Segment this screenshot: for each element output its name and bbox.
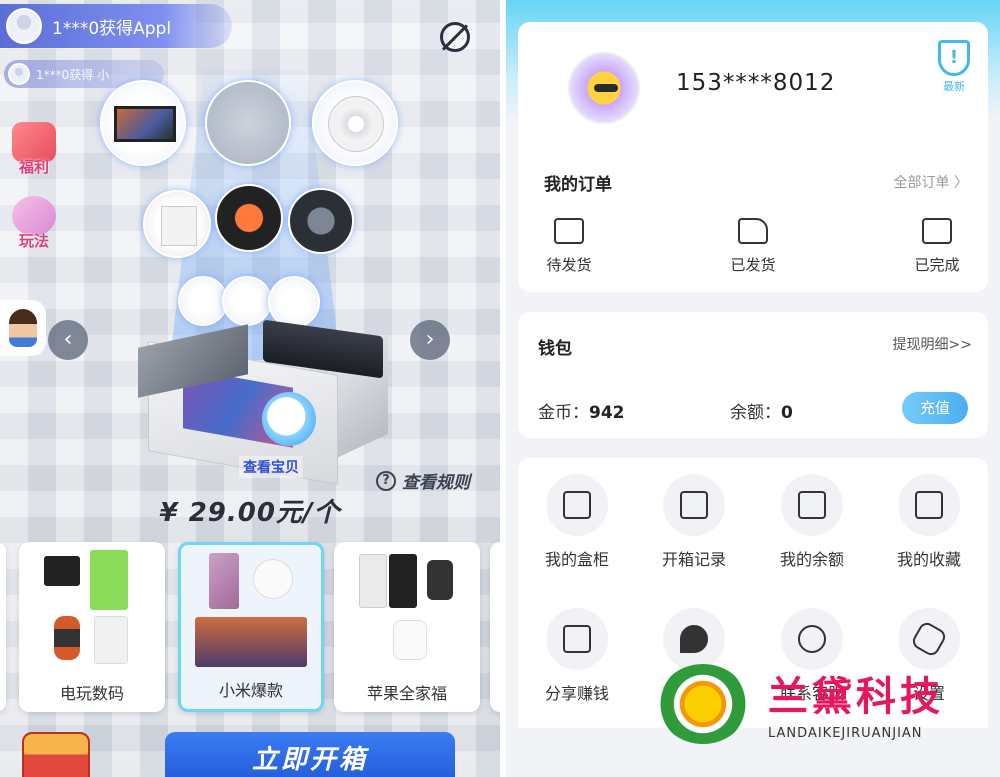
my-favorites-item[interactable]: 我的收藏	[870, 474, 988, 570]
cash-balance: 余额：0	[730, 398, 793, 423]
prize-robot-vacuum-bubble[interactable]	[312, 80, 398, 166]
yen-clipboard-icon	[798, 491, 826, 519]
prize-speaker-bubble[interactable]	[288, 188, 354, 254]
menu-label: 我的盒柜	[544, 550, 609, 569]
category-thumbnail	[345, 550, 469, 674]
archive-box-icon	[922, 218, 952, 244]
category-thumbnail	[189, 553, 313, 671]
category-card-xiaomi[interactable]: 小米爆款	[178, 542, 324, 712]
order-status-label: 已发货	[730, 256, 776, 274]
shield-label: 最新	[943, 80, 965, 93]
customer-service-button[interactable]	[0, 300, 46, 356]
gameplay-badge-button[interactable]: 玩法	[8, 196, 60, 251]
menu-label: 开箱记录	[661, 550, 726, 569]
bottom-action-bar: 立即开箱	[0, 722, 500, 777]
order-status-label: 待发货	[546, 256, 592, 274]
user-phone: 153****8012	[676, 70, 836, 96]
share-earn-item[interactable]: 分享赚钱	[518, 608, 636, 704]
notice-avatar	[8, 63, 30, 85]
question-icon: ?	[376, 470, 396, 491]
service-avatar-icon	[9, 309, 37, 347]
notice-avatar	[6, 8, 42, 44]
order-shipped[interactable]: 已发货	[708, 218, 798, 275]
mute-sound-icon[interactable]	[440, 22, 470, 52]
my-balance-item[interactable]: 我的余额	[753, 474, 871, 570]
order-pending-shipment[interactable]: 待发货	[524, 218, 614, 275]
latest-security-button[interactable]: ! 最新	[936, 40, 972, 94]
watermark-title: 兰黛科技	[768, 674, 944, 720]
chevron-left-icon[interactable]: ‹	[48, 320, 88, 360]
blind-box-home-screen: 1***0获得Appl 1***0获得 小 福利 玩法 ‹ › 查看宝贝 ? 查…	[0, 0, 500, 777]
view-rules-label: 查看规则	[402, 473, 470, 493]
open-box-button[interactable]: 立即开箱	[165, 732, 455, 777]
open-record-item[interactable]: 开箱记录	[635, 474, 753, 570]
tap-hand-icon	[262, 392, 316, 446]
welfare-badge-label: 福利	[18, 158, 49, 176]
picture-frame-icon	[554, 218, 584, 244]
share-icon	[563, 625, 591, 653]
win-notice-text: 1***0获得 小	[36, 67, 110, 82]
prize-earbuds-bubble[interactable]	[215, 184, 283, 252]
order-status-label: 已完成	[914, 256, 960, 274]
coin-value: 942	[589, 403, 625, 423]
shield-icon: !	[938, 40, 970, 76]
prize-appliance-bubble[interactable]	[205, 80, 291, 166]
view-items-link[interactable]: 查看宝贝	[239, 456, 303, 478]
avatar[interactable]	[568, 52, 640, 124]
balance-value: 0	[781, 403, 793, 423]
watermark-seal-logo	[658, 664, 748, 744]
mystery-box-illustration	[128, 318, 388, 485]
category-label: 小米爆款	[218, 681, 283, 700]
category-card-partial[interactable]	[490, 542, 500, 712]
star-box-icon	[915, 491, 943, 519]
user-profile-card: 153****8012 ! 最新 我的订单 全部订单 〉 待发货 已发货 已完成	[518, 22, 988, 292]
category-card-gaming-digital[interactable]: 电玩数码	[19, 542, 165, 712]
all-orders-link[interactable]: 全部订单 〉	[894, 172, 968, 192]
category-label: 苹果全家福	[366, 684, 447, 703]
category-label: 电玩数码	[59, 684, 124, 703]
menu-label: 分享赚钱	[544, 684, 609, 703]
gameplay-badge-label: 玩法	[18, 232, 49, 250]
win-notice-banner: 1***0获得Appl	[0, 4, 232, 48]
view-rules-link[interactable]: ? 查看规则	[376, 468, 470, 493]
headset-icon	[798, 625, 826, 653]
category-thumbnail	[30, 550, 154, 674]
prize-tv-bubble[interactable]	[100, 80, 186, 166]
orders-title: 我的订单	[544, 175, 612, 195]
open-box-icon	[680, 491, 708, 519]
cabinet-icon	[563, 491, 591, 519]
wallet-title: 钱包	[538, 339, 572, 359]
recharge-button[interactable]: 充值	[902, 392, 968, 424]
settings-hex-icon	[909, 619, 949, 659]
my-cabinet-item[interactable]: 我的盒柜	[518, 474, 636, 570]
menu-label: 我的收藏	[896, 550, 961, 569]
balance-label: 余额：	[730, 403, 781, 423]
coin-balance: 金币：942	[538, 398, 625, 423]
win-notice-text: 1***0获得Appl	[52, 18, 172, 39]
category-card-apple[interactable]: 苹果全家福	[334, 542, 480, 712]
withdraw-detail-link[interactable]: 提现明细>>	[893, 334, 972, 354]
location-pin-icon	[680, 625, 708, 653]
treasure-chest-icon[interactable]	[22, 732, 90, 777]
welfare-badge-button[interactable]: 福利	[8, 122, 60, 177]
prize-router-bubble[interactable]	[143, 190, 211, 258]
menu-label: 我的余额	[779, 550, 844, 569]
coin-label: 金币：	[538, 403, 589, 423]
chevron-right-icon[interactable]: ›	[410, 320, 450, 360]
category-card-partial[interactable]	[0, 542, 6, 712]
profile-screen: 153****8012 ! 最新 我的订单 全部订单 〉 待发货 已发货 已完成…	[506, 0, 1000, 777]
box-price: ¥ 29.00元/个	[159, 498, 341, 528]
order-completed[interactable]: 已完成	[892, 218, 982, 275]
watermark-subtitle: LANDAIKEJIRUANJIAN	[768, 726, 923, 741]
truck-icon	[738, 218, 768, 244]
category-carousel: 电玩数码 小米爆款 苹果全家福	[0, 542, 500, 714]
wallet-card: 钱包 提现明细>> 金币：942 余额：0 充值	[518, 312, 988, 438]
